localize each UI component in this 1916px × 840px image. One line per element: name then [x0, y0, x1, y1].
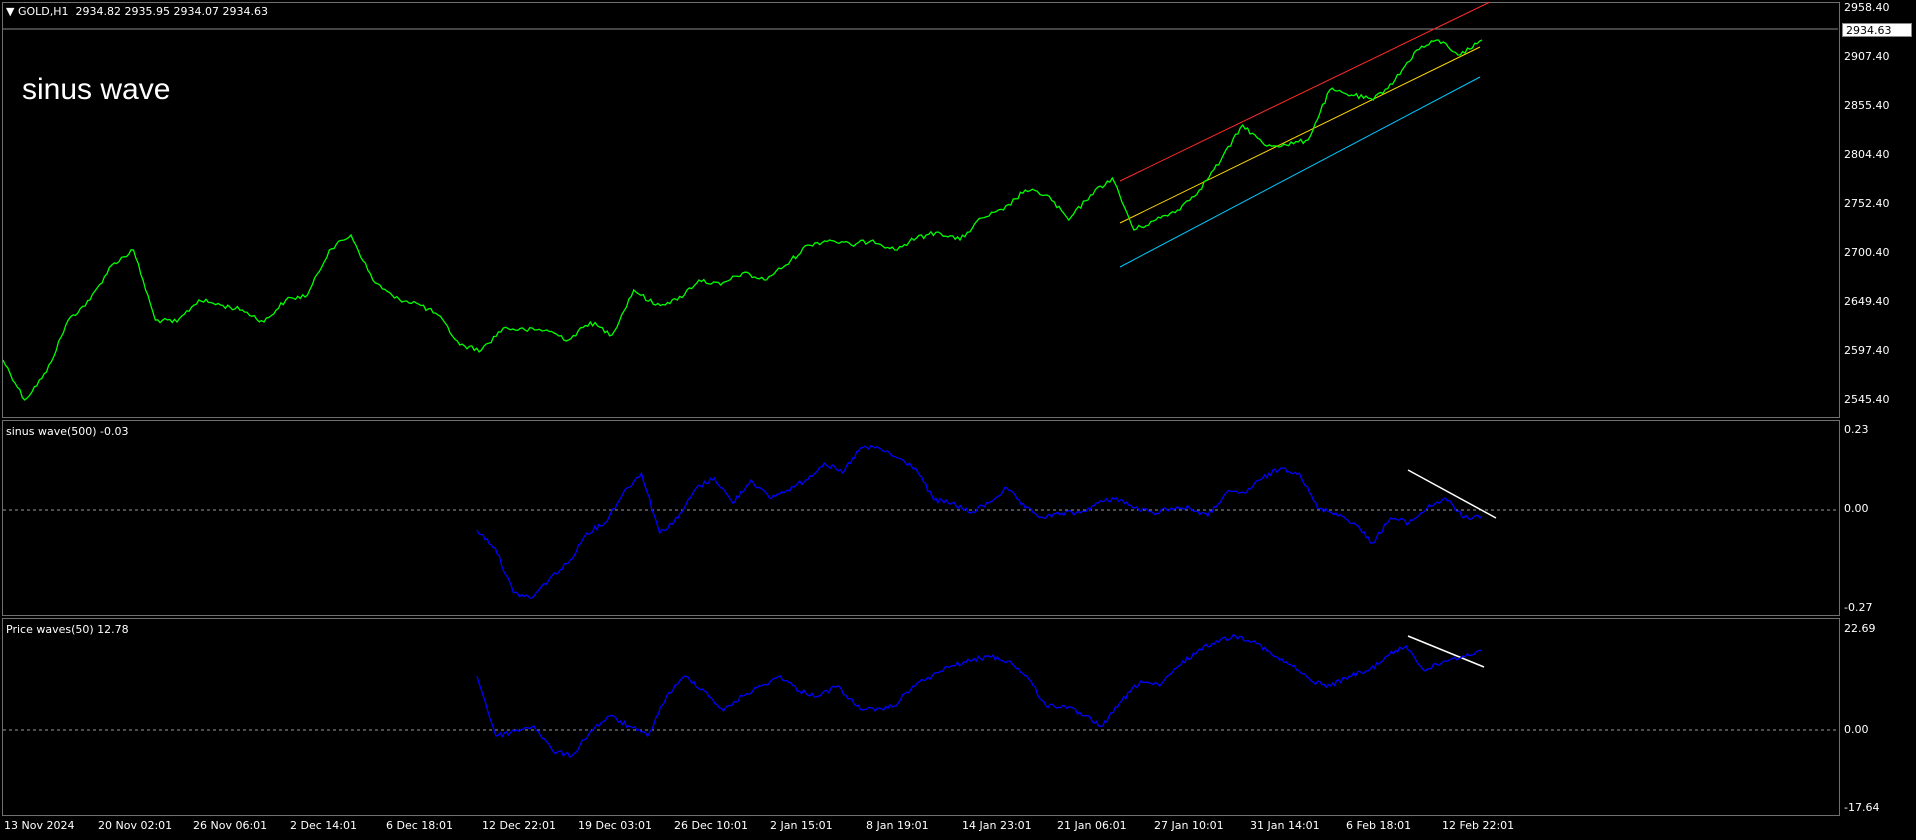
time-label: 6 Feb 18:01: [1346, 819, 1412, 832]
time-label: 20 Nov 02:01: [98, 819, 173, 832]
sinus-wave-svg: [3, 444, 1838, 599]
indicator2-level: 0.00: [1844, 723, 1869, 736]
indicator2-trendline: [1407, 635, 1485, 668]
time-label: 8 Jan 19:01: [866, 819, 929, 832]
indicator1-trendline: [1407, 469, 1497, 519]
indicator1-level: 0.00: [1844, 502, 1869, 515]
price-chart-svg: [2, 1, 1838, 401]
indicator2-label: Price waves(50) 12.78: [6, 623, 129, 636]
ohlc-values: 2934.82 2935.95 2934.07 2934.63: [75, 5, 268, 18]
time-label: 6 Dec 18:01: [386, 819, 453, 832]
sinus-wave-indicator-pane[interactable]: sinus wave(500) -0.03 0.23 0.00 -0.27: [0, 418, 1916, 616]
price-level: 2804.40: [1844, 148, 1890, 161]
chart-header: ▼ GOLD,H1 2934.82 2935.95 2934.07 2934.6…: [6, 5, 268, 18]
price-level: 2700.40: [1844, 246, 1890, 259]
price-level: 2958.40: [1844, 1, 1890, 14]
time-label: 31 Jan 14:01: [1250, 819, 1320, 832]
price-level: 2752.40: [1844, 197, 1890, 210]
price-level: 2649.40: [1844, 295, 1890, 308]
time-label: 13 Nov 2024: [4, 819, 75, 832]
channel-middle-line: [1119, 46, 1481, 224]
price-level: 2907.40: [1844, 50, 1890, 63]
time-label: 26 Nov 06:01: [193, 819, 268, 832]
time-label: 2 Jan 15:01: [770, 819, 833, 832]
time-label: 14 Jan 23:01: [962, 819, 1032, 832]
indicator1-line: [476, 444, 1483, 599]
time-label: 27 Jan 10:01: [1154, 819, 1224, 832]
dropdown-triangle-icon[interactable]: ▼: [6, 5, 14, 18]
price-line: [2, 39, 1483, 401]
indicator1-level: -0.27: [1844, 601, 1873, 614]
price-level: 2545.40: [1844, 393, 1890, 406]
price-chart-pane[interactable]: ▼ GOLD,H1 2934.82 2935.95 2934.07 2934.6…: [0, 0, 1916, 418]
indicator2-line: [476, 633, 1483, 759]
time-label: 21 Jan 06:01: [1057, 819, 1127, 832]
price-level: 2855.40: [1844, 99, 1890, 112]
symbol-label: GOLD,H1: [17, 5, 69, 18]
time-label: 2 Dec 14:01: [290, 819, 357, 832]
time-label: 26 Dec 10:01: [674, 819, 748, 832]
time-label: 12 Dec 22:01: [482, 819, 556, 832]
price-level: 2597.40: [1844, 344, 1890, 357]
indicator2-level: -17.64: [1844, 801, 1880, 814]
time-label: 12 Feb 22:01: [1442, 819, 1515, 832]
indicator2-level: 22.69: [1844, 622, 1876, 635]
chart-overlay-title: sinus wave: [22, 73, 171, 106]
time-label: 19 Dec 03:01: [578, 819, 652, 832]
price-waves-indicator-pane[interactable]: Price waves(50) 12.78 22.69 0.00 -17.64: [0, 616, 1916, 816]
indicator1-label: sinus wave(500) -0.03: [6, 425, 129, 438]
price-waves-svg: [3, 633, 1838, 759]
channel-lower-line: [1119, 76, 1481, 268]
indicator1-level: 0.23: [1844, 423, 1869, 436]
current-price-badge: 2934.63: [1842, 23, 1912, 37]
